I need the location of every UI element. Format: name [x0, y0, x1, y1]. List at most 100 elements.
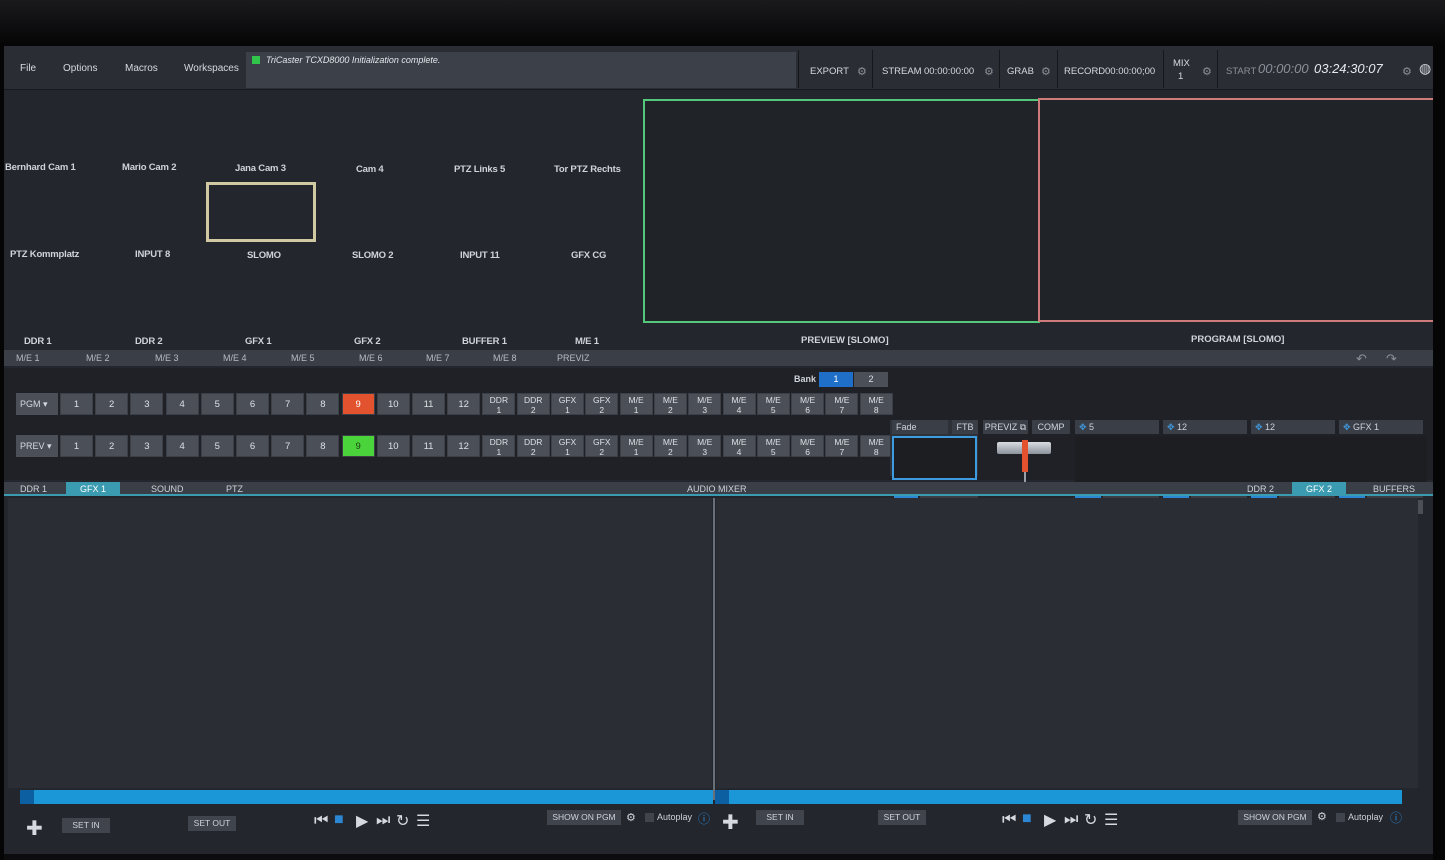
- gfx1-play-icon[interactable]: ▶: [356, 811, 368, 831]
- gfx1-media-bin[interactable]: [8, 498, 712, 788]
- me-tab-6[interactable]: M/E 6: [359, 353, 383, 363]
- gfx2-add-media-icon[interactable]: ✚: [722, 810, 739, 835]
- gfx1-set-out-button[interactable]: SET OUT: [188, 816, 236, 831]
- dsk-1-source-select[interactable]: ✥ 5: [1075, 420, 1159, 434]
- menu-file[interactable]: File: [20, 63, 36, 74]
- globe-icon[interactable]: ◍: [1419, 60, 1431, 77]
- gfx1-playlist-icon[interactable]: ☰: [416, 811, 430, 831]
- prev-button-me-6[interactable]: M/E 6: [791, 435, 825, 457]
- gfx1-skip-forward-icon[interactable]: ⏭: [376, 812, 390, 830]
- pgm-button-me-1[interactable]: M/E 1: [619, 393, 653, 415]
- pgm-button-me-3[interactable]: M/E 3: [688, 393, 722, 415]
- pgm-button-10[interactable]: 10: [376, 393, 410, 415]
- gfx2-set-in-button[interactable]: SET IN: [756, 810, 804, 825]
- pgm-button-me-6[interactable]: M/E 6: [791, 393, 825, 415]
- gfx2-play-icon[interactable]: ▶: [1044, 810, 1056, 830]
- pgm-button-1[interactable]: 1: [60, 393, 93, 415]
- prev-button-ddr-1[interactable]: DDR 1: [482, 435, 516, 457]
- prev-button-11[interactable]: 11: [412, 435, 445, 457]
- pgm-button-11[interactable]: 11: [412, 393, 445, 415]
- grab-button[interactable]: GRAB: [1007, 66, 1034, 77]
- pgm-button-8[interactable]: 8: [306, 393, 340, 415]
- mix-label[interactable]: MIX: [1173, 58, 1190, 69]
- pgm-button-5[interactable]: 5: [200, 393, 234, 415]
- gfx2-media-bin[interactable]: [716, 498, 1418, 788]
- undo-icon[interactable]: ↶: [1356, 351, 1367, 367]
- me-tab-5[interactable]: M/E 5: [291, 353, 315, 363]
- prev-button-3[interactable]: 3: [130, 435, 164, 457]
- gfx1-info-icon[interactable]: ⓘ: [698, 810, 710, 827]
- pgm-button-7[interactable]: 7: [271, 393, 305, 415]
- me-tab-1[interactable]: M/E 1: [16, 353, 40, 363]
- ftb-button[interactable]: FTB: [952, 420, 978, 434]
- pgm-button-me-7[interactable]: M/E 7: [825, 393, 859, 415]
- prev-button-me-2[interactable]: M/E 2: [653, 435, 687, 457]
- pgm-button-3[interactable]: 3: [130, 393, 164, 415]
- prev-button-9[interactable]: 9: [341, 435, 375, 457]
- tab-gfx-1[interactable]: GFX 1: [66, 482, 121, 496]
- gfx2-playlist-icon[interactable]: ☰: [1104, 810, 1118, 830]
- stream-gear-icon[interactable]: ⚙: [984, 65, 994, 78]
- prev-button-ddr-2[interactable]: DDR 2: [516, 435, 550, 457]
- pgm-row-label[interactable]: PGM ▾: [16, 393, 58, 415]
- pgm-button-me-5[interactable]: M/E 5: [756, 393, 790, 415]
- pgm-button-me-8[interactable]: M/E 8: [859, 393, 893, 415]
- prev-row-label[interactable]: PREV ▾: [16, 435, 58, 457]
- gfx2-skip-forward-icon[interactable]: ⏭: [1064, 811, 1078, 829]
- pgm-button-2[interactable]: 2: [95, 393, 129, 415]
- mix-gear-icon[interactable]: ⚙: [1202, 65, 1212, 78]
- add-media-icon[interactable]: ✚: [26, 816, 43, 841]
- gfx1-show-on-pgm-button[interactable]: SHOW ON PGM: [547, 810, 621, 825]
- gfx2-playhead[interactable]: [715, 790, 729, 804]
- gfx2-show-on-pgm-button[interactable]: SHOW ON PGM: [1238, 810, 1312, 825]
- pgm-button-12[interactable]: 12: [447, 393, 481, 415]
- gfx2-set-out-button[interactable]: SET OUT: [878, 810, 926, 825]
- prev-button-7[interactable]: 7: [271, 435, 305, 457]
- prev-button-me-4[interactable]: M/E 4: [722, 435, 756, 457]
- menu-options[interactable]: Options: [63, 63, 97, 74]
- tab-sound[interactable]: SOUND: [151, 484, 184, 494]
- pgm-button-ddr-1[interactable]: DDR 1: [482, 393, 516, 415]
- me-tab-3[interactable]: M/E 3: [155, 353, 179, 363]
- gfx2-settings-gear-icon[interactable]: ⚙: [1317, 810, 1327, 823]
- dsk-3-source-select[interactable]: ✥ 12: [1251, 420, 1335, 434]
- prev-button-2[interactable]: 2: [95, 435, 129, 457]
- stream-button[interactable]: STREAM: [882, 66, 922, 77]
- menu-macros[interactable]: Macros: [125, 63, 158, 74]
- prev-button-10[interactable]: 10: [376, 435, 410, 457]
- me-tab-previz[interactable]: PREVIZ: [557, 353, 590, 363]
- gfx1-stop-icon[interactable]: ■: [334, 811, 344, 829]
- mv-selected-slot[interactable]: [206, 182, 316, 242]
- prev-button-me-3[interactable]: M/E 3: [688, 435, 722, 457]
- settings-gear-icon[interactable]: ⚙: [1402, 65, 1412, 78]
- start-button[interactable]: START: [1226, 66, 1256, 77]
- gfx2-autoplay-checkbox[interactable]: [1336, 813, 1345, 822]
- prev-button-6[interactable]: 6: [236, 435, 269, 457]
- prev-button-4[interactable]: 4: [165, 435, 199, 457]
- preview-monitor[interactable]: [643, 99, 1040, 323]
- pgm-button-gfx-1[interactable]: GFX 1: [551, 393, 584, 415]
- tab-ddr-2[interactable]: DDR 2: [1247, 484, 1274, 494]
- gfx1-loop-icon[interactable]: ↻: [396, 811, 409, 831]
- prev-button-8[interactable]: 8: [306, 435, 340, 457]
- tab-ddr-1[interactable]: DDR 1: [20, 484, 47, 494]
- prev-button-me-8[interactable]: M/E 8: [859, 435, 893, 457]
- pgm-button-4[interactable]: 4: [165, 393, 199, 415]
- comp-button[interactable]: COMP: [1032, 420, 1070, 434]
- bank-1-button[interactable]: 1: [819, 372, 853, 387]
- grab-gear-icon[interactable]: ⚙: [1041, 65, 1051, 78]
- me-tab-4[interactable]: M/E 4: [223, 353, 247, 363]
- prev-button-12[interactable]: 12: [447, 435, 481, 457]
- export-gear-icon[interactable]: ⚙: [857, 65, 867, 78]
- gfx2-skip-back-icon[interactable]: ⏮: [1002, 811, 1016, 829]
- gfx1-set-in-button[interactable]: SET IN: [62, 818, 110, 833]
- gfx1-autoplay-checkbox[interactable]: [645, 813, 654, 822]
- pgm-button-ddr-2[interactable]: DDR 2: [516, 393, 550, 415]
- prev-button-5[interactable]: 5: [200, 435, 234, 457]
- prev-button-gfx-2[interactable]: GFX 2: [585, 435, 619, 457]
- pgm-button-gfx-2[interactable]: GFX 2: [585, 393, 619, 415]
- tab-ptz[interactable]: PTZ: [226, 484, 243, 494]
- transition-fade-select[interactable]: Fade: [892, 420, 948, 434]
- gfx2-loop-icon[interactable]: ↻: [1084, 810, 1097, 830]
- record-button[interactable]: RECORD: [1064, 66, 1105, 77]
